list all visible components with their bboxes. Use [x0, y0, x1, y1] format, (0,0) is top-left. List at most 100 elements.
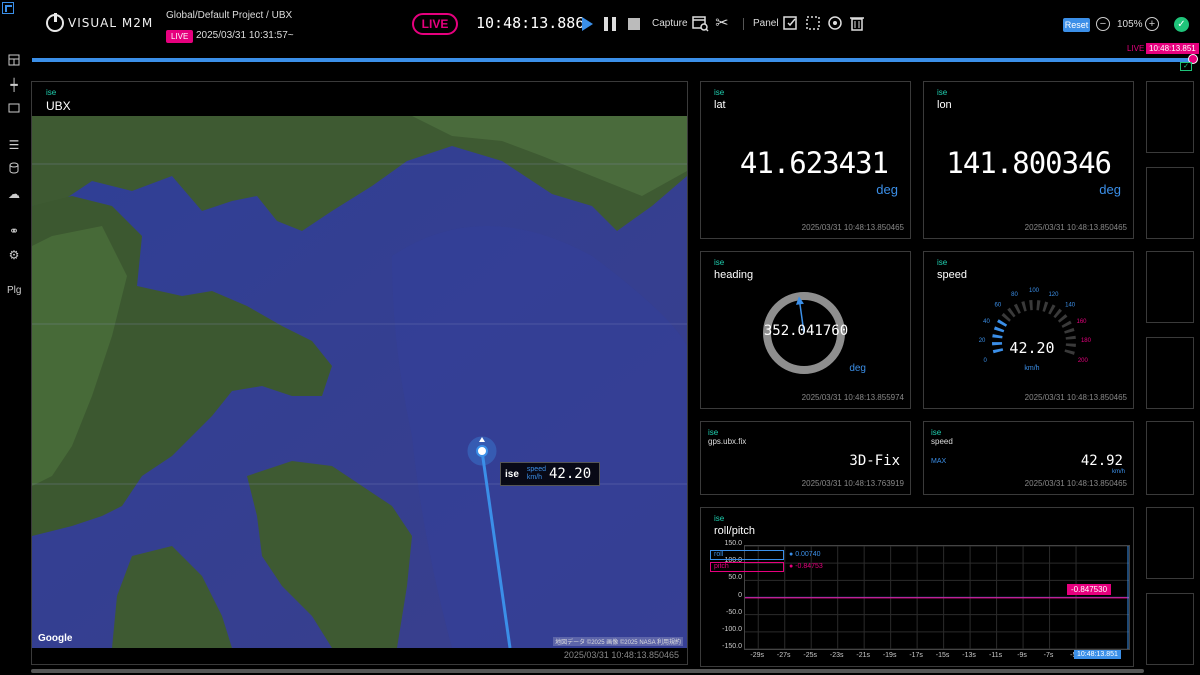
vehicle-units: speed km/h	[527, 466, 546, 482]
database-icon[interactable]	[7, 162, 21, 176]
legend-roll-value: ● 0.00740	[789, 551, 821, 558]
breadcrumb[interactable]: Global/Default Project / UBX	[166, 10, 292, 21]
x-tick-label: -25s	[803, 652, 818, 659]
panel-device-tag: ise	[937, 258, 948, 267]
widget-timestamp: 2025/03/31 10:48:13.850465	[1024, 393, 1127, 402]
widget-title: lat	[714, 99, 726, 111]
play-icon[interactable]	[582, 17, 593, 31]
roll-pitch-plot[interactable]	[744, 545, 1130, 650]
stub-panel	[1146, 251, 1194, 323]
expand-icon[interactable]	[2, 2, 14, 14]
pause-icon[interactable]	[604, 17, 616, 31]
y-tick-label: -50.0	[726, 608, 742, 616]
gauge-segment	[992, 342, 1003, 346]
lat-unit: deg	[876, 182, 898, 197]
map-attribution[interactable]: 地図データ ©2025 画像 ©2025 NASA 利用規約	[553, 637, 683, 646]
trash-icon[interactable]	[847, 14, 867, 34]
playback-clock: 10:48:13.886	[476, 14, 585, 32]
timeline-track[interactable]	[32, 58, 1192, 62]
logo-mark-icon	[46, 13, 64, 32]
panel-device-tag: ise	[714, 88, 725, 97]
pitch-current-tag: -0.847530	[1067, 584, 1112, 595]
y-tick-label: 150.0	[724, 540, 742, 547]
gauge-segment	[1021, 301, 1027, 312]
roll-pitch-widget: ise roll/pitch 150.0 100.0 50.0 0 -50.0 -100.…	[700, 507, 1134, 667]
session-start-time: 2025/03/31 10:31:57~	[196, 30, 294, 41]
map-panel-title: UBX	[46, 99, 71, 113]
stub-panel	[1146, 421, 1194, 495]
monitor-icon[interactable]	[7, 102, 21, 116]
left-sidebar: ┿ ☰ ☁ ⚭ ⚙ Plg	[0, 52, 28, 675]
gps-fix-widget: ise gps.ubx.fix 3D-Fix 2025/03/31 10:48:…	[700, 421, 911, 495]
map-timestamp: 2025/03/31 10:48:13.850465	[563, 650, 679, 660]
zoom-out-button[interactable]: −	[1096, 17, 1110, 31]
link-icon[interactable]: ⚭	[7, 224, 21, 238]
gauge-segment	[993, 326, 1005, 333]
panel-device-tag: ise	[931, 428, 942, 437]
panel-device-tag: ise	[714, 514, 725, 523]
gauge-segment	[1007, 307, 1016, 318]
heading-unit: deg	[849, 363, 866, 374]
zoom-level: 105%	[1117, 19, 1143, 30]
x-tick-label: -19s	[882, 652, 897, 659]
gauge-scale-label: 180	[1081, 338, 1092, 344]
reset-zoom-button[interactable]: Reset	[1063, 18, 1090, 32]
lon-widget: ise lon 141.800346 deg 2025/03/31 10:48:…	[923, 81, 1134, 239]
legend-roll-name: roll	[714, 551, 724, 558]
gauge-scale-label: 0	[983, 358, 987, 364]
timeline-follow-icon[interactable]: ✓	[1180, 62, 1192, 71]
calendar-search-icon[interactable]	[690, 14, 710, 34]
y-tick-label: 0	[738, 591, 742, 599]
gauge-scale-label: 200	[1078, 358, 1089, 364]
heading-value: 352.041760	[763, 323, 849, 339]
chart-current-time: 10:48:13.851	[1074, 650, 1121, 659]
dashboard-icon[interactable]	[7, 54, 21, 68]
panel-device-tag: ise	[937, 88, 948, 97]
lon-value: 141.800346	[946, 146, 1112, 180]
list-icon[interactable]: ☰	[7, 138, 21, 152]
gauge-segment	[1057, 314, 1068, 323]
panel-settings-icon[interactable]	[825, 14, 845, 34]
panel-device-tag: ise	[708, 428, 719, 437]
gauge-segment	[1036, 300, 1041, 311]
panel-label: Panel	[753, 18, 779, 29]
widget-timestamp: 2025/03/31 10:48:13.850465	[1024, 223, 1127, 232]
lon-unit: deg	[1099, 182, 1121, 197]
network-icon[interactable]: ┿	[7, 78, 21, 92]
satellite-map[interactable]: ise speed km/h 42.20 Google 地図データ ©2025 …	[32, 116, 687, 648]
y-tick-label: -100.0	[722, 625, 742, 633]
x-tick-label: -21s	[856, 652, 870, 659]
widget-timestamp: 2025/03/31 10:48:13.763919	[801, 479, 904, 488]
gauge-scale-label: 20	[979, 338, 986, 344]
panel-edit-icon[interactable]	[781, 14, 801, 34]
google-logo: Google	[38, 633, 73, 644]
legend-pitch[interactable]: pitch	[710, 562, 784, 572]
stub-panel	[1146, 507, 1194, 579]
zoom-in-button[interactable]: +	[1145, 17, 1159, 31]
x-tick-label: -15s	[935, 652, 950, 659]
live-button[interactable]: LIVE	[412, 13, 458, 35]
gauge-scale-label: 40	[983, 319, 990, 325]
x-tick-label: -17s	[909, 652, 923, 659]
logo-text: VISUAL M2M	[68, 16, 154, 30]
plugin-label[interactable]: Plg	[7, 285, 21, 296]
gauge-segment	[1048, 304, 1056, 315]
select-area-icon[interactable]	[803, 14, 823, 34]
gear-icon[interactable]: ⚙	[7, 248, 21, 262]
legend-pitch-number: -0.84753	[795, 563, 823, 570]
gauge-scale-label: 80	[1011, 292, 1018, 298]
cloud-upload-icon[interactable]: ☁	[7, 187, 21, 201]
widget-title: lon	[937, 99, 952, 111]
scissors-icon[interactable]: ✂	[712, 14, 732, 34]
y-tick-label: 50.0	[728, 574, 742, 582]
widget-title: heading	[714, 269, 754, 281]
stub-panel	[1146, 167, 1194, 239]
gauge-scale-label: 100	[1029, 288, 1040, 294]
app-logo: VISUAL M2M	[46, 13, 154, 32]
legend-roll[interactable]: roll	[710, 550, 784, 560]
horizontal-scrollbar[interactable]	[31, 669, 1144, 673]
gauge-scale-label: 160	[1076, 319, 1087, 325]
vehicle-label[interactable]: ise speed km/h 42.20	[500, 462, 600, 486]
panel-device-tag: ise	[46, 88, 57, 97]
stop-icon[interactable]	[628, 18, 640, 30]
